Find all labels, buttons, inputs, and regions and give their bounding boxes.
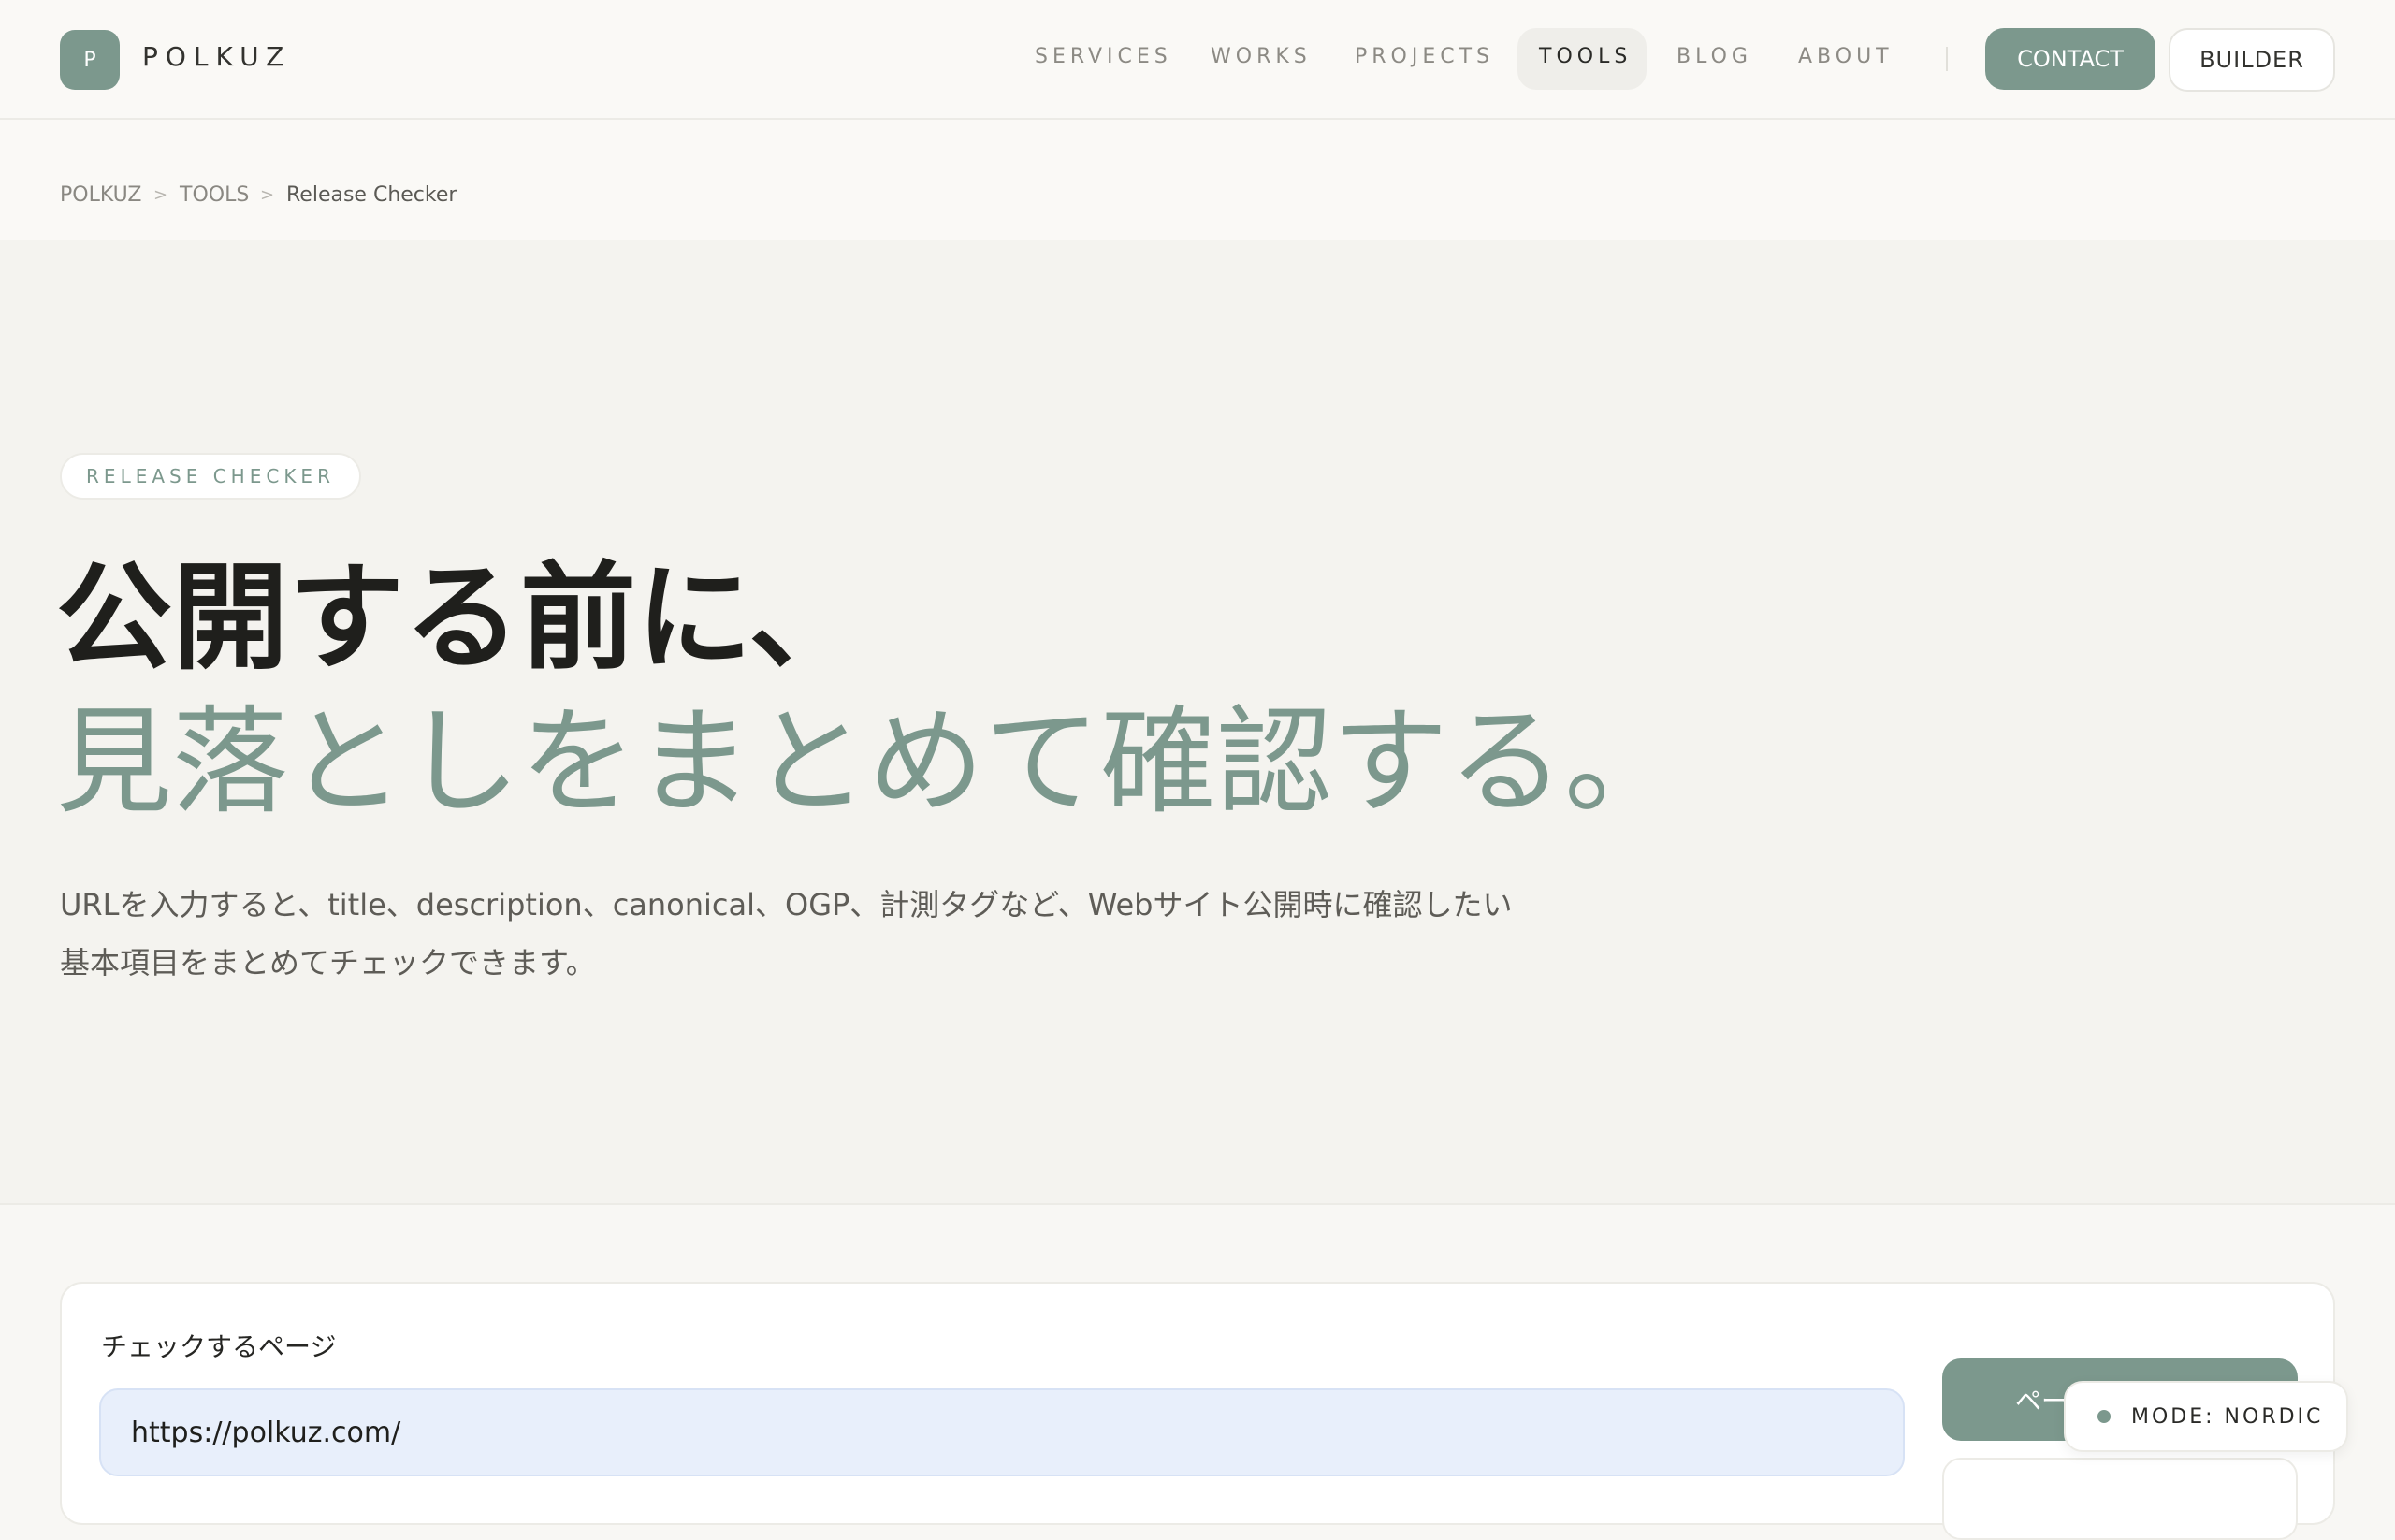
nav-item-tools[interactable]: TOOLS bbox=[1539, 45, 1632, 68]
hero-title-line2: 見落としをまとめて確認する。 bbox=[56, 695, 1681, 830]
breadcrumb: POLKUZ > TOOLS > Release Checker bbox=[0, 120, 2395, 240]
breadcrumb-home[interactable]: POLKUZ bbox=[60, 183, 141, 207]
nav-item-works[interactable]: WORKS bbox=[1211, 45, 1312, 68]
release-checker-badge: RELEASE CHECKER bbox=[60, 453, 361, 500]
breadcrumb-separator: > bbox=[153, 185, 168, 205]
hero-section: RELEASE CHECKER 公開する前に、 見落としをまとめて確認する。 U… bbox=[0, 240, 2395, 1205]
hero-description-line2: 基本項目をまとめてチェックできます。 bbox=[60, 945, 596, 981]
secondary-button[interactable] bbox=[1942, 1458, 2298, 1540]
mode-status-dot bbox=[2097, 1410, 2111, 1423]
logo-mark[interactable]: P bbox=[60, 30, 120, 90]
contact-button[interactable]: CONTACT bbox=[1985, 28, 2156, 90]
nav-divider bbox=[1946, 47, 1948, 71]
url-input[interactable] bbox=[99, 1388, 1905, 1476]
breadcrumb-tools[interactable]: TOOLS bbox=[180, 183, 249, 207]
nav-item-projects[interactable]: PROJECTS bbox=[1355, 45, 1494, 68]
check-form-card: チェックするページ ペー bbox=[60, 1282, 2335, 1540]
hero-description-line1: URLを入力すると、title、description、canonical、OG… bbox=[60, 887, 1513, 923]
builder-button[interactable]: BUILDER bbox=[2169, 28, 2335, 92]
hero-title-line1: 公開する前に、 bbox=[56, 551, 865, 686]
mode-badge[interactable]: MODE: NORDIC bbox=[2064, 1381, 2348, 1452]
nav-item-services[interactable]: SERVICES bbox=[1035, 45, 1172, 68]
breadcrumb-separator: > bbox=[260, 185, 275, 205]
brand-name[interactable]: POLKUZ bbox=[142, 41, 291, 72]
nav-item-about[interactable]: ABOUT bbox=[1798, 45, 1894, 68]
nav-item-blog[interactable]: BLOG bbox=[1676, 45, 1752, 68]
page-url-label: チェックするページ bbox=[101, 1331, 337, 1362]
hero-description: URLを入力すると、title、description、canonical、OG… bbox=[60, 876, 1519, 992]
mode-label: MODE: NORDIC bbox=[2131, 1404, 2324, 1429]
site-header: P POLKUZ SERVICES WORKS PROJECTS TOOLS B… bbox=[0, 0, 2395, 120]
breadcrumb-current: Release Checker bbox=[286, 183, 457, 207]
